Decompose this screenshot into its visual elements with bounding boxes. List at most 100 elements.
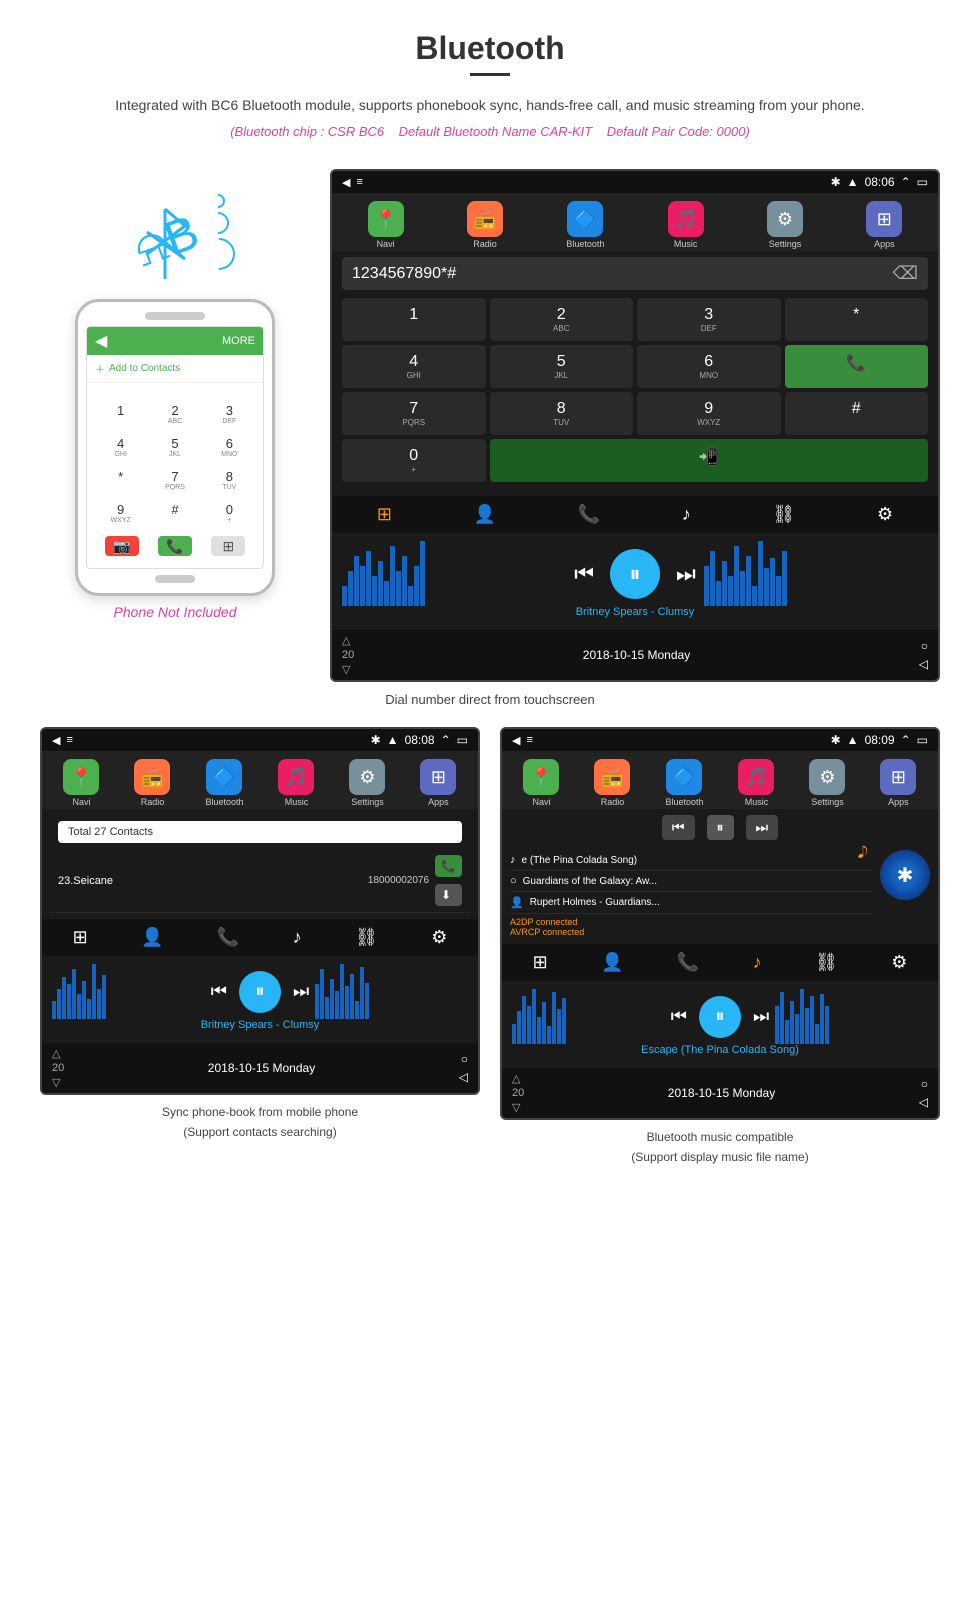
nav-settings[interactable]: ⚙ Settings [767,201,803,249]
ms-play[interactable]: ⏸ [699,996,741,1038]
dialpad-key-7[interactable]: 7PQRS [342,392,486,435]
ms-play-btn[interactable]: ⏸ [707,815,734,840]
pb-next[interactable]: ⏭ [293,981,309,1002]
func-call-icon[interactable]: 📞 [578,504,600,525]
phone-key-4[interactable]: 4GHI [95,432,146,462]
dialpad-key-6[interactable]: 6MNO [637,345,781,388]
contacts-search[interactable]: Total 27 Contacts [58,821,462,843]
dialpad-key-4[interactable]: 4GHI [342,345,486,388]
pb-func-dialpad[interactable]: ⊞ [73,927,88,948]
back-icon[interactable]: ◀ [342,176,350,189]
phone-key-0[interactable]: 0+ [204,498,255,528]
func-music-icon[interactable]: ♪ [682,504,691,525]
contact-btns: 📞 ⬇ [435,855,462,906]
nav-navi[interactable]: 📍 Navi [368,201,404,249]
ms-func-contacts[interactable]: 👤 [601,952,623,973]
dialpad-key-3[interactable]: 3DEF [637,298,781,341]
phone-call-btn[interactable]: 📞 [158,536,192,556]
title-divider [470,73,510,76]
phone-key-6[interactable]: 6MNO [204,432,255,462]
dialpad-key-1[interactable]: 1 [342,298,486,341]
pb-play[interactable]: ⏸ [239,971,281,1013]
func-contacts-icon[interactable]: 👤 [474,504,496,525]
pb-func-music[interactable]: ♪ [293,927,302,948]
phone-col: ⍾B [40,169,310,620]
phone-key-1[interactable]: 1 [95,399,146,429]
statusbar-menu: ≡ [356,176,362,188]
ms-track-name: Escape (The Pina Colada Song) [512,1044,928,1056]
pb-func-call[interactable]: 📞 [217,927,239,948]
phone-key-star[interactable]: * [95,465,146,495]
phone-msg-btn[interactable]: ⊞ [211,536,245,556]
pb-func-link[interactable]: ⛓ [355,927,378,948]
phone-end-btn[interactable]: 📷 [105,536,139,556]
pb-func-contacts[interactable]: 👤 [141,927,163,948]
down-arrow[interactable]: ▽ [342,663,350,676]
dialpad-key-9[interactable]: 9WXYZ [637,392,781,435]
ms-func-music[interactable]: ♪ [753,952,762,973]
nav-music[interactable]: 🎵 Music [668,201,704,249]
ms-prev[interactable]: ⏮ [671,1006,687,1027]
dialpad-key-star[interactable]: * [785,298,929,341]
ms-prev-btn[interactable]: ⏮ [662,815,695,840]
pb-back[interactable]: ◀ [52,734,60,747]
ms-back[interactable]: ◀ [512,734,520,747]
triangle-back-btn[interactable]: ◁ [919,657,928,671]
music-stream-col: ◀ ≡ ✱ ▲ 08:09 ⌃ ▭ 📍Navi 📻Radio 🔷Blu [500,727,940,1166]
phone-key-8[interactable]: 8TUV [204,465,255,495]
pb-func-settings[interactable]: ⚙ [431,927,447,948]
track-item-3[interactable]: 👤 Rupert Holmes - Guardians... [510,892,872,914]
section-desc: Integrated with BC6 Bluetooth module, su… [40,94,940,116]
pb-statusbar: ◀ ≡ ✱ ▲ 08:08 ⌃ ▭ [42,729,478,751]
nav-bluetooth[interactable]: 🔷 Bluetooth [566,201,604,249]
track-item-2[interactable]: ○ Guardians of the Galaxy: Aw... [510,871,872,892]
phone-key-hash[interactable]: # [149,498,200,528]
dialpad-key-call[interactable]: 📞 [785,345,929,388]
ms-func-settings[interactable]: ⚙ [891,952,907,973]
pb-prev[interactable]: ⏮ [211,981,227,1002]
ms-next-btn[interactable]: ⏭ [746,815,779,840]
contact-phone: 18000002076 [368,875,429,886]
play-pause-btn[interactable]: ⏸ [610,549,660,599]
phone-key-9[interactable]: 9WXYZ [95,498,146,528]
ms-func-call[interactable]: 📞 [677,952,699,973]
func-settings-icon[interactable]: ⚙ [877,504,893,525]
phone-key-7[interactable]: 7PQRS [149,465,200,495]
save-contact-btn[interactable]: ⬇ [435,884,462,906]
ms-func-dialpad[interactable]: ⊞ [533,952,548,973]
navi-icon: 📍 [368,201,404,237]
phone-key-2[interactable]: 2ABC [149,399,200,429]
window-icon: ▭ [917,175,928,189]
settings-label: Settings [769,239,802,249]
phone-home-btn[interactable] [155,575,195,583]
pb-time: 08:08 [405,733,435,747]
up-arrow[interactable]: △ [342,634,350,647]
circle-btn[interactable]: ○ [921,639,928,653]
nav-apps[interactable]: ⊞ Apps [866,201,902,249]
spec-name: Default Bluetooth Name CAR-KIT [399,124,603,139]
dialpad-input-row: 1234567890*# ⌫ [342,257,928,290]
dialpad-key-2[interactable]: 2ABC [490,298,634,341]
func-dialpad-icon[interactable]: ⊞ [377,504,392,525]
prev-btn[interactable]: ⏮ [574,561,594,587]
dialpad-key-hash[interactable]: # [785,392,929,435]
signal-icon: ▲ [847,175,859,189]
ms-next[interactable]: ⏭ [753,1006,769,1027]
call-contact-btn[interactable]: 📞 [435,855,462,877]
pb-func-row: ⊞ 👤 📞 ♪ ⛓ ⚙ [42,919,478,956]
dialpad-key-5[interactable]: 5JKL [490,345,634,388]
ms-func-link[interactable]: ⛓ [815,952,838,973]
track-item-1[interactable]: ♪ e (The Pina Colada Song) [510,850,872,871]
bluetooth-svg-icon [135,204,195,284]
dialpad-key-endcall[interactable]: 📲 [490,439,929,482]
dialpad-key-8[interactable]: 8TUV [490,392,634,435]
car-date-row: △ 20 ▽ 2018-10-15 Monday ○ ◁ [332,630,938,680]
dialpad-key-0[interactable]: 0+ [342,439,486,482]
phone-key-3[interactable]: 3DEF [204,399,255,429]
phone-green-bar: ◀ MORE [87,327,263,355]
next-btn[interactable]: ⏭ [676,561,696,587]
phone-key-5[interactable]: 5JKL [149,432,200,462]
dialpad-delete-btn[interactable]: ⌫ [893,263,918,284]
func-link-icon[interactable]: ⛓ [772,504,795,525]
nav-radio[interactable]: 📻 Radio [467,201,503,249]
